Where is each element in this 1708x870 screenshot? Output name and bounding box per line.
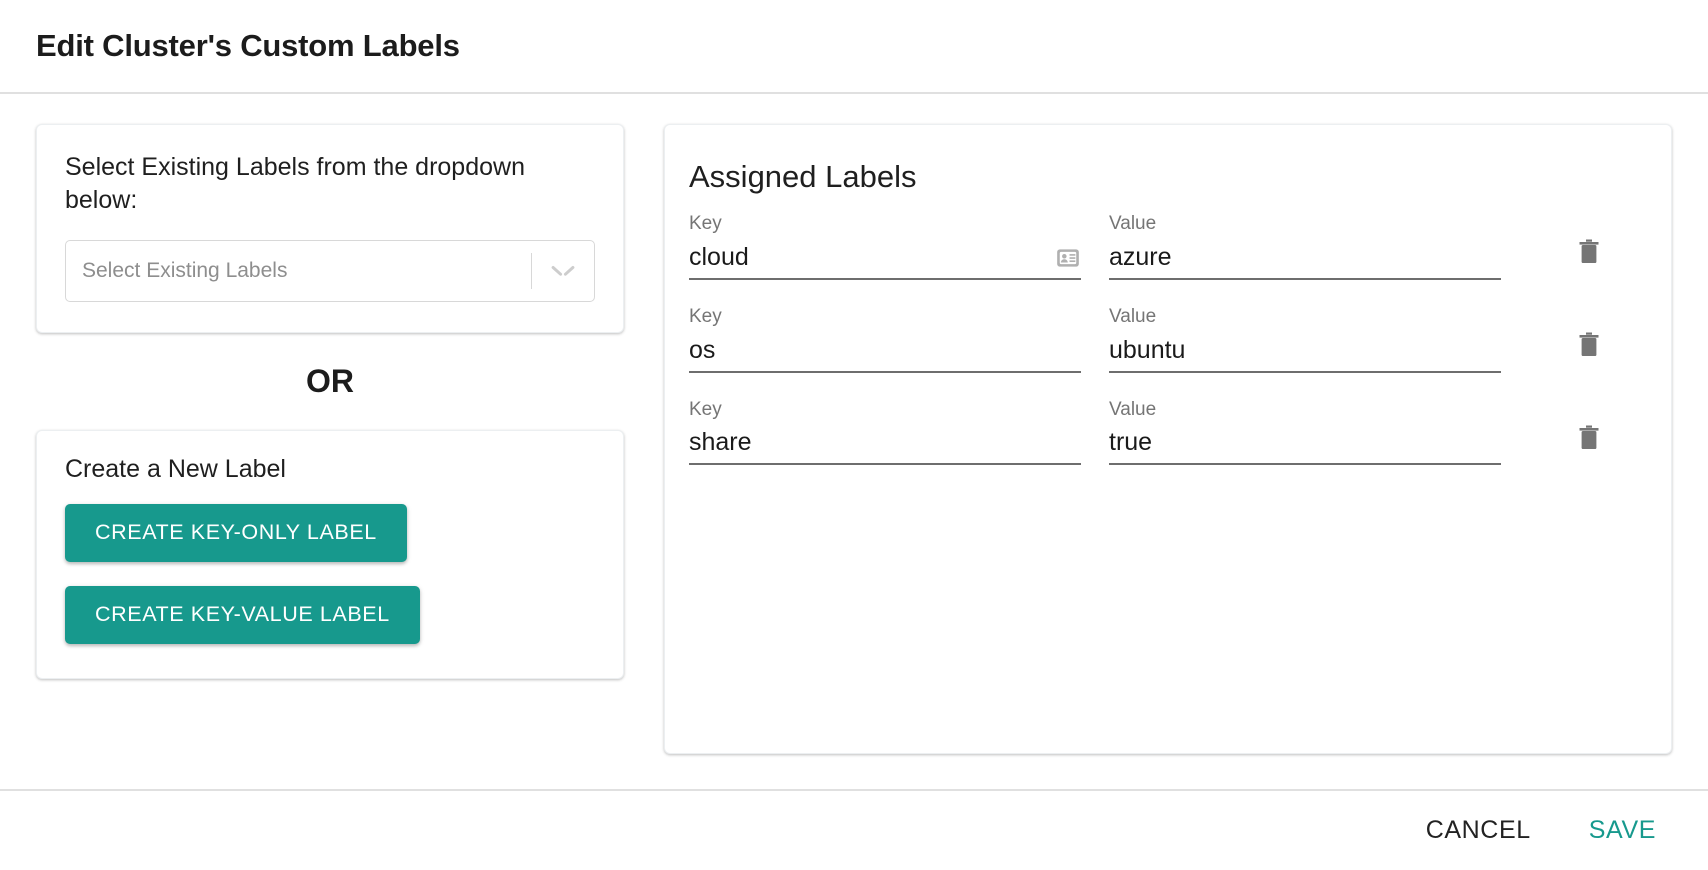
key-input[interactable]: os: [689, 335, 1081, 365]
key-caption: Key: [689, 213, 722, 234]
create-key-value-label-button[interactable]: CREATE KEY-VALUE LABEL: [65, 585, 420, 644]
table-row: Key cloud Value azure: [689, 213, 1637, 280]
table-row: Key os Value ubuntu: [689, 306, 1637, 373]
create-buttons-group: CREATE KEY-ONLY LABEL CREATE KEY-VALUE L…: [65, 503, 595, 644]
value-caption: Value: [1109, 213, 1157, 234]
value-input[interactable]: azure: [1109, 242, 1501, 272]
or-separator-text: OR: [306, 362, 354, 399]
label-value-field: Value true: [1109, 399, 1501, 466]
key-input[interactable]: share: [689, 427, 1081, 457]
value-input[interactable]: ubuntu: [1109, 335, 1501, 365]
key-input-wrapper[interactable]: share: [689, 425, 1081, 466]
existing-labels-select-placeholder: Select Existing Labels: [82, 258, 288, 282]
trash-icon: [1579, 239, 1599, 263]
key-input-wrapper[interactable]: cloud: [689, 240, 1081, 280]
page-title: Edit Cluster's Custom Labels: [36, 28, 460, 63]
key-caption: Key: [689, 305, 722, 327]
value-caption: Value: [1109, 398, 1157, 420]
delete-label-button[interactable]: [1569, 326, 1609, 366]
right-column: Assigned Labels Key cloud Value azure Ke…: [664, 124, 1672, 754]
value-caption: Value: [1109, 305, 1157, 327]
key-caption: Key: [689, 398, 722, 420]
create-new-label-card: Create a New Label CREATE KEY-ONLY LABEL…: [36, 429, 624, 679]
label-key-field: Key share: [689, 399, 1081, 466]
label-value-field: Value ubuntu: [1109, 306, 1501, 373]
delete-label-button[interactable]: [1569, 419, 1609, 459]
label-key-field: Key os: [689, 306, 1081, 373]
assigned-labels-card: Assigned Labels Key cloud Value azure Ke…: [664, 124, 1672, 754]
dialog-header: Edit Cluster's Custom Labels: [0, 0, 1708, 94]
value-input-wrapper[interactable]: ubuntu: [1109, 333, 1501, 373]
left-column: Select Existing Labels from the dropdown…: [36, 124, 624, 679]
cancel-button[interactable]: CANCEL: [1408, 806, 1549, 855]
table-row: Key share Value true: [689, 399, 1637, 466]
existing-labels-select[interactable]: Select Existing Labels: [65, 239, 595, 302]
key-input-wrapper[interactable]: os: [689, 333, 1081, 373]
create-key-only-label-button[interactable]: CREATE KEY-ONLY LABEL: [65, 503, 407, 562]
dialog-body: Select Existing Labels from the dropdown…: [0, 94, 1708, 789]
chevron-down-icon: [552, 265, 574, 277]
contact-card-icon: [1055, 245, 1081, 271]
label-key-field: Key cloud: [689, 213, 1081, 280]
trash-icon: [1579, 425, 1599, 449]
dialog-footer: CANCEL SAVE: [0, 789, 1708, 870]
edit-labels-dialog: Edit Cluster's Custom Labels Select Exis…: [0, 0, 1708, 870]
delete-label-button[interactable]: [1569, 233, 1609, 273]
trash-icon: [1579, 332, 1599, 356]
value-input[interactable]: true: [1109, 427, 1501, 457]
select-instruction-text: Select Existing Labels from the dropdown…: [65, 153, 525, 215]
key-input[interactable]: cloud: [689, 242, 1047, 272]
create-new-label-title: Create a New Label: [65, 454, 286, 483]
value-input-wrapper[interactable]: true: [1109, 425, 1501, 466]
select-existing-labels-card: Select Existing Labels from the dropdown…: [36, 124, 624, 333]
label-value-field: Value azure: [1109, 213, 1501, 280]
assigned-labels-title: Assigned Labels: [689, 159, 917, 194]
value-input-wrapper[interactable]: azure: [1109, 240, 1501, 280]
select-arrow-button[interactable]: [532, 265, 594, 277]
save-button[interactable]: SAVE: [1571, 806, 1674, 855]
